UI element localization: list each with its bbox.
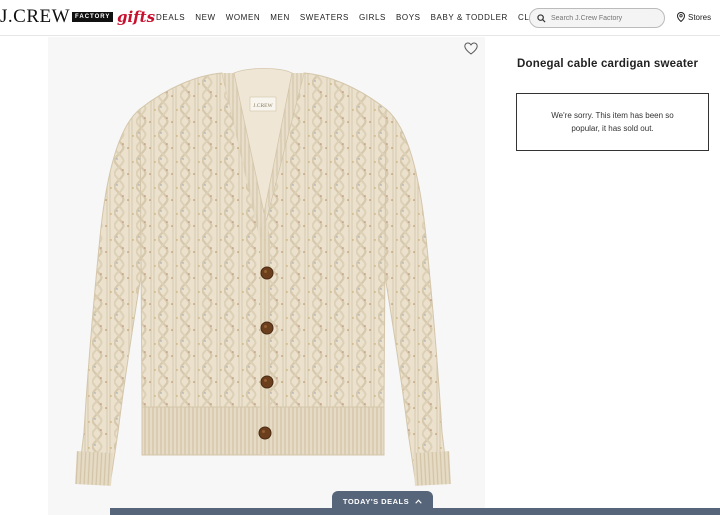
logo-factory-tag: FACTORY	[72, 12, 114, 22]
product-title: Donegal cable cardigan sweater	[517, 58, 699, 70]
sold-out-message: We're sorry. This item has been so popul…	[551, 111, 674, 133]
nav-item-new[interactable]: NEW	[195, 13, 215, 22]
main-nav: DEALS NEW WOMEN MEN SWEATERS GIRLS BOYS …	[156, 13, 582, 22]
logo-wordmark: J.CREW	[0, 6, 71, 27]
nav-item-baby-toddler[interactable]: BABY & TODDLER	[431, 13, 508, 22]
location-pin-icon	[677, 12, 685, 22]
nav-item-men[interactable]: MEN	[270, 13, 290, 22]
cardigan-sweater-image: J.CREW	[75, 68, 451, 486]
nav-item-deals[interactable]: DEALS	[156, 13, 185, 22]
neck-label-text: J.CREW	[253, 103, 273, 109]
stores-label: Stores	[688, 12, 712, 22]
search-box[interactable]	[529, 8, 665, 28]
gifts-link[interactable]: gifts	[117, 8, 155, 26]
sold-out-notice: We're sorry. This item has been so popul…	[516, 93, 709, 151]
jcrew-factory-logo[interactable]: J.CREW FACTORY	[0, 6, 114, 28]
chevron-up-icon	[415, 498, 422, 504]
nav-item-women[interactable]: WOMEN	[226, 13, 261, 22]
heart-icon[interactable]	[464, 42, 478, 55]
todays-deals-label: TODAY'S DEALS	[342, 496, 410, 506]
search-input[interactable]	[551, 14, 651, 22]
stores-link[interactable]: Stores	[677, 12, 711, 22]
nav-item-sweaters[interactable]: SWEATERS	[300, 13, 349, 22]
site-header: J.CREW FACTORY gifts DEALS NEW WOMEN MEN…	[0, 0, 720, 36]
todays-deals-tab[interactable]: TODAY'S DEALS	[332, 491, 433, 511]
search-icon	[537, 13, 546, 23]
nav-item-boys[interactable]: BOYS	[396, 13, 421, 22]
nav-item-girls[interactable]: GIRLS	[359, 13, 386, 22]
product-image[interactable]: J.CREW	[48, 37, 485, 515]
